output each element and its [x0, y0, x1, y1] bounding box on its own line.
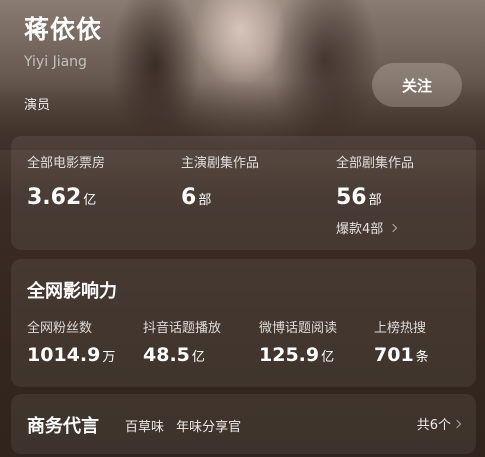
endorsement-count-link[interactable]: 共6个	[416, 414, 462, 433]
stat-value: 701 条	[374, 344, 429, 366]
stat-weibo-reads: 微博话题阅读 125.9 亿	[259, 317, 337, 366]
stat-unit: 亿	[83, 193, 97, 208]
endorsement-card[interactable]: 商务代言 百草味 年味分享官 共6个	[11, 394, 476, 454]
stat-label: 全网粉丝数	[27, 321, 93, 336]
influence-title: 全网影响力	[27, 281, 117, 302]
stat-value: 48.5 亿	[143, 344, 221, 366]
stat-number: 1014.9	[27, 344, 101, 366]
stat-unit: 万	[102, 350, 116, 365]
endorsement-title: 商务代言	[27, 416, 99, 437]
stat-total-fans: 全网粉丝数 1014.9 万	[27, 317, 115, 366]
stat-label: 微博话题阅读	[259, 321, 338, 336]
stat-unit: 亿	[321, 350, 335, 365]
artist-role: 演员	[24, 98, 51, 113]
endorsement-brand: 百草味	[125, 420, 165, 435]
box-office-card: 全部电影票房 3.62 亿 主演剧集作品 6部 全部剧集作品 56 部 爆款4部	[11, 136, 476, 250]
artist-name: 蒋依依	[24, 15, 103, 44]
stat-number: 701	[374, 344, 414, 366]
stat-number: 6	[181, 185, 197, 210]
endorsement-brands: 百草味 年味分享官	[125, 416, 249, 435]
stat-unit: 亿	[191, 350, 205, 365]
follow-button[interactable]: 关注	[372, 63, 462, 107]
influence-card: 全网影响力 全网粉丝数 1014.9 万 抖音话题播放 48.5 亿 微博话题阅读 …	[11, 259, 476, 387]
chevron-right-icon	[452, 419, 462, 428]
stat-label: 抖音话题播放	[143, 321, 222, 336]
stat-value: 6部	[181, 185, 259, 210]
stat-value: 3.62 亿	[27, 185, 105, 210]
stat-label: 全部电影票房	[27, 156, 106, 171]
stat-unit: 条	[415, 350, 429, 365]
stat-douyin-plays: 抖音话题播放 48.5 亿	[143, 317, 221, 366]
stat-unit: 部	[368, 193, 382, 208]
stat-label: 上榜热搜	[374, 321, 427, 336]
endorsement-brand: 年味分享官	[176, 420, 242, 435]
chevron-right-icon	[389, 223, 398, 232]
stat-movie-box-office: 全部电影票房 3.62 亿	[27, 152, 105, 210]
stat-value: 56 部	[336, 185, 414, 210]
stat-unit: 部	[198, 193, 212, 208]
hot-works-label: 爆款4部	[336, 222, 384, 237]
artist-name-en: Yiyi Jiang	[24, 54, 87, 70]
stat-number: 3.62	[27, 185, 82, 210]
stat-label: 主演剧集作品	[181, 156, 260, 171]
stat-all-series: 全部剧集作品 56 部	[336, 152, 414, 210]
stat-number: 56	[336, 185, 367, 210]
stat-value: 1014.9 万	[27, 344, 115, 366]
stat-lead-series: 主演剧集作品 6部	[181, 152, 259, 210]
stat-value: 125.9 亿	[259, 344, 337, 366]
endorsement-count: 共6个	[416, 418, 451, 433]
stat-number: 125.9	[259, 344, 320, 366]
stat-number: 48.5	[143, 344, 190, 366]
stat-label: 全部剧集作品	[336, 156, 415, 171]
hot-works-link[interactable]: 爆款4部	[336, 218, 398, 237]
stat-hot-search: 上榜热搜 701 条	[374, 317, 429, 366]
